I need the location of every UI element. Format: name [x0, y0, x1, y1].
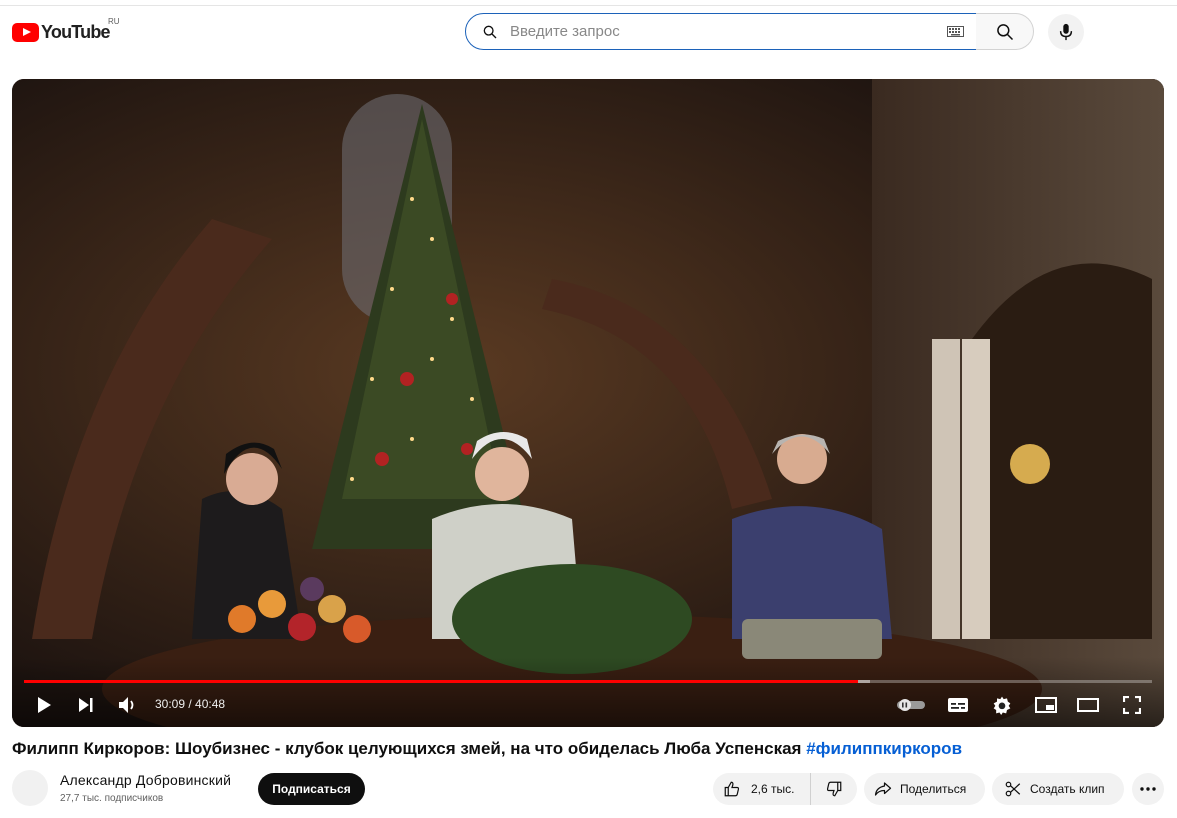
- progress-bar[interactable]: [24, 680, 1152, 683]
- share-label: Поделиться: [900, 782, 967, 796]
- settings-button[interactable]: [988, 691, 1016, 719]
- subscribe-button[interactable]: Подписаться: [258, 773, 365, 805]
- region-label: RU: [108, 17, 120, 26]
- clip-label: Создать клип: [1030, 782, 1105, 796]
- video-frame: [12, 79, 1164, 727]
- share-icon: [874, 782, 892, 796]
- miniplayer-icon: [1035, 697, 1057, 713]
- theater-icon: [1077, 698, 1099, 712]
- channel-name[interactable]: Александр Добровинский: [60, 772, 231, 788]
- search-icon: [483, 25, 497, 38]
- youtube-play-icon: [12, 22, 39, 42]
- more-horiz-icon: [1140, 787, 1156, 791]
- subtitles-icon: [948, 698, 968, 712]
- time-display: 30:09 / 40:48: [155, 697, 226, 711]
- like-button[interactable]: 2,6 тыс.: [713, 773, 811, 805]
- keyboard-icon[interactable]: [947, 26, 964, 37]
- mic-icon: [1059, 23, 1073, 41]
- scissors-icon: [1005, 781, 1021, 797]
- channel-avatar[interactable]: [12, 770, 48, 806]
- current-time: 30:09: [155, 697, 186, 711]
- next-icon: [79, 698, 93, 712]
- theater-button[interactable]: [1074, 691, 1102, 719]
- like-dislike-group: 2,6 тыс.: [713, 773, 857, 805]
- volume-icon: [119, 697, 134, 713]
- subscriber-count: 27,7 тыс. подписчиков: [60, 793, 164, 804]
- search-input[interactable]: [510, 23, 930, 40]
- play-icon: [38, 697, 51, 713]
- youtube-logo[interactable]: YouTube RU: [12, 17, 120, 44]
- next-button[interactable]: [72, 691, 100, 719]
- play-button[interactable]: [30, 691, 58, 719]
- voice-search-button[interactable]: [1048, 14, 1084, 50]
- dislike-button[interactable]: [811, 773, 857, 805]
- video-title-text: Филипп Киркоров: Шоубизнес - клубок целу…: [12, 739, 802, 758]
- like-count: 2,6 тыс.: [751, 782, 795, 796]
- autoplay-toggle[interactable]: [894, 691, 928, 719]
- share-button[interactable]: Поделиться: [864, 773, 985, 805]
- fullscreen-icon: [1123, 696, 1141, 714]
- more-actions-button[interactable]: [1132, 773, 1164, 805]
- fullscreen-button[interactable]: [1118, 691, 1146, 719]
- thumbs-up-icon: [724, 781, 740, 797]
- logo-text: YouTube: [41, 21, 111, 42]
- thumbs-down-icon: [826, 781, 842, 797]
- search-button[interactable]: [976, 13, 1034, 50]
- progress-played: [24, 680, 858, 683]
- video-player[interactable]: 30:09 / 40:48: [12, 79, 1164, 727]
- top-border: [0, 0, 1177, 6]
- miniplayer-button[interactable]: [1032, 691, 1060, 719]
- settings-icon: [993, 696, 1011, 715]
- clip-button[interactable]: Создать клип: [992, 773, 1124, 805]
- hashtag-link[interactable]: #филиппкиркоров: [806, 739, 962, 758]
- autoplay-toggle-icon: [897, 699, 925, 711]
- duration: 40:48: [195, 697, 226, 711]
- volume-button[interactable]: [114, 691, 142, 719]
- video-title: Филипп Киркоров: Шоубизнес - клубок целу…: [12, 739, 962, 759]
- search-icon: [996, 23, 1013, 40]
- subtitles-button[interactable]: [944, 691, 972, 719]
- search-box[interactable]: [465, 13, 977, 50]
